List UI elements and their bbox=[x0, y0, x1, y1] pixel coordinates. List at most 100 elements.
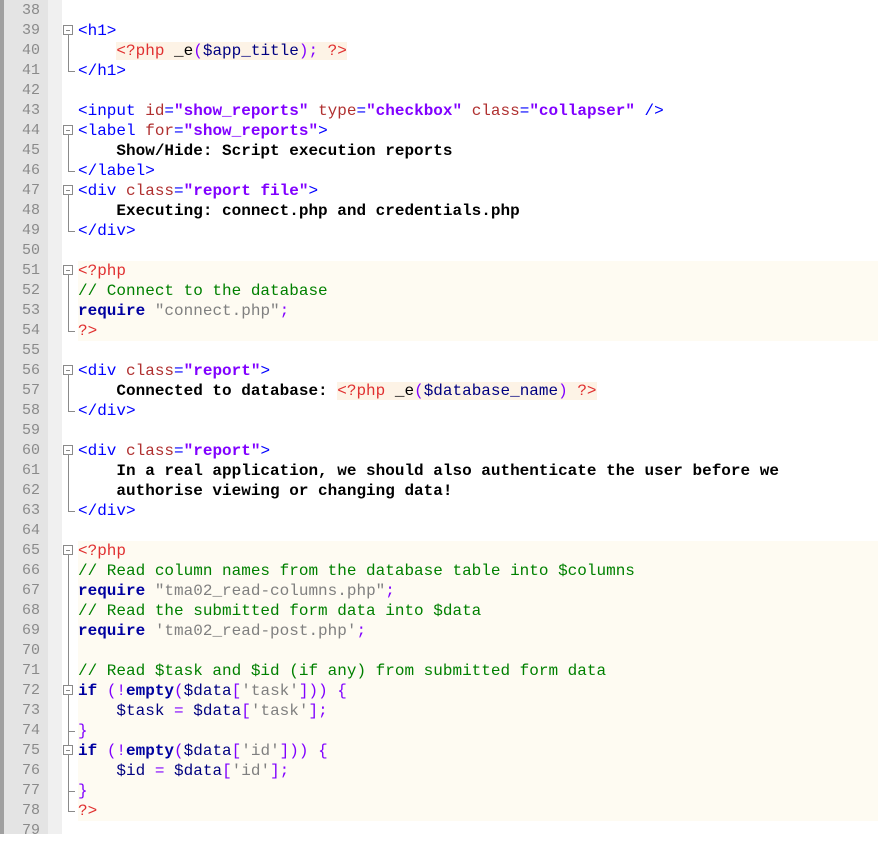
code-line[interactable]: 71 // Read $task and $id (if any) from su… bbox=[0, 661, 878, 681]
code-line[interactable]: 39 <h1> bbox=[0, 21, 878, 41]
code-line[interactable]: 63 </div> bbox=[0, 501, 878, 521]
code-line[interactable]: 70 bbox=[0, 641, 878, 661]
code-line[interactable]: 41 </h1> bbox=[0, 61, 878, 81]
code-text[interactable] bbox=[78, 241, 878, 261]
code-line[interactable]: 55 bbox=[0, 341, 878, 361]
fold-marker bbox=[62, 1, 76, 21]
collapse-minus-icon[interactable] bbox=[63, 265, 73, 275]
code-line[interactable]: 57 Connected to database: <?php _e($data… bbox=[0, 381, 878, 401]
collapse-minus-icon[interactable] bbox=[63, 185, 73, 195]
code-text[interactable] bbox=[78, 821, 878, 841]
code-text[interactable] bbox=[78, 521, 878, 541]
code-text[interactable]: </label> bbox=[78, 161, 878, 181]
code-line[interactable]: 51 <?php bbox=[0, 261, 878, 281]
code-line[interactable]: 45 Show/Hide: Script execution reports bbox=[0, 141, 878, 161]
code-line[interactable]: 50 bbox=[0, 241, 878, 261]
code-text[interactable]: </div> bbox=[78, 501, 878, 521]
code-text[interactable]: <input id="show_reports" type="checkbox"… bbox=[78, 101, 878, 121]
code-line[interactable]: 48 Executing: connect.php and credential… bbox=[0, 201, 878, 221]
code-text[interactable] bbox=[78, 81, 878, 101]
code-line[interactable]: 73 $task = $data['task']; bbox=[0, 701, 878, 721]
code-text[interactable]: </div> bbox=[78, 221, 878, 241]
code-text[interactable]: // Read $task and $id (if any) from subm… bbox=[78, 661, 878, 681]
code-line[interactable]: 52 // Connect to the database bbox=[0, 281, 878, 301]
code-text[interactable]: // Read column names from the database t… bbox=[78, 561, 878, 581]
code-line[interactable]: 61 In a real application, we should also… bbox=[0, 461, 878, 481]
code-line[interactable]: 46 </label> bbox=[0, 161, 878, 181]
code-text[interactable]: <?php _e($app_title); ?> bbox=[78, 41, 878, 61]
code-token: = bbox=[174, 442, 184, 460]
code-text[interactable]: <div class="report file"> bbox=[78, 181, 878, 201]
code-text[interactable]: <div class="report"> bbox=[78, 441, 878, 461]
code-line[interactable]: 78 ?> bbox=[0, 801, 878, 821]
code-line[interactable]: 69 require 'tma02_read-post.php'; bbox=[0, 621, 878, 641]
code-text[interactable]: Connected to database: <?php _e($databas… bbox=[78, 381, 878, 401]
collapse-minus-icon[interactable] bbox=[63, 365, 73, 375]
code-text[interactable]: // Read the submitted form data into $da… bbox=[78, 601, 878, 621]
code-line[interactable]: 68 // Read the submitted form data into $… bbox=[0, 601, 878, 621]
code-line[interactable]: 42 bbox=[0, 81, 878, 101]
code-line[interactable]: 62 authorise viewing or changing data! bbox=[0, 481, 878, 501]
code-line[interactable]: 59 bbox=[0, 421, 878, 441]
code-text[interactable]: if (!empty($data['id'])) { bbox=[78, 741, 878, 761]
code-line[interactable]: 72 if (!empty($data['task'])) { bbox=[0, 681, 878, 701]
code-text[interactable]: Show/Hide: Script execution reports bbox=[78, 141, 878, 161]
collapse-minus-icon[interactable] bbox=[63, 745, 73, 755]
code-line[interactable]: 54 ?> bbox=[0, 321, 878, 341]
code-text[interactable]: require "connect.php"; bbox=[78, 301, 878, 321]
collapse-minus-icon[interactable] bbox=[63, 545, 73, 555]
code-line[interactable]: 53 require "connect.php"; bbox=[0, 301, 878, 321]
code-text[interactable]: if (!empty($data['task'])) { bbox=[78, 681, 878, 701]
code-text[interactable] bbox=[78, 421, 878, 441]
collapse-minus-icon[interactable] bbox=[63, 25, 73, 35]
code-text[interactable]: authorise viewing or changing data! bbox=[78, 481, 878, 501]
code-text[interactable]: <div class="report"> bbox=[78, 361, 878, 381]
code-line[interactable]: 40 <?php _e($app_title); ?> bbox=[0, 41, 878, 61]
code-text[interactable]: } bbox=[78, 721, 878, 741]
fold-marker bbox=[62, 81, 76, 101]
code-text[interactable]: ?> bbox=[78, 321, 878, 341]
code-line[interactable]: 49 </div> bbox=[0, 221, 878, 241]
code-text[interactable]: require "tma02_read-columns.php"; bbox=[78, 581, 878, 601]
code-text[interactable] bbox=[78, 1, 878, 21]
code-text[interactable] bbox=[78, 341, 878, 361]
code-line[interactable]: 67 require "tma02_read-columns.php"; bbox=[0, 581, 878, 601]
fold-marker bbox=[62, 301, 76, 321]
code-text[interactable]: Executing: connect.php and credentials.p… bbox=[78, 201, 878, 221]
code-line[interactable]: 77} bbox=[0, 781, 878, 801]
fold-marker bbox=[62, 321, 76, 341]
code-line[interactable]: 79 bbox=[0, 821, 878, 841]
collapse-minus-icon[interactable] bbox=[63, 125, 73, 135]
code-text[interactable]: <label for="show_reports"> bbox=[78, 121, 878, 141]
code-line[interactable]: 66 // Read column names from the database… bbox=[0, 561, 878, 581]
code-line[interactable]: 75 if (!empty($data['id'])) { bbox=[0, 741, 878, 761]
code-editor[interactable]: 38 39 <h1> 40 <?php _e($app_title); ?> 41 </h… bbox=[0, 1, 878, 841]
code-line[interactable]: 65 <?php bbox=[0, 541, 878, 561]
code-line[interactable]: 56 <div class="report"> bbox=[0, 361, 878, 381]
code-line[interactable]: 58 </div> bbox=[0, 401, 878, 421]
code-line[interactable]: 38 bbox=[0, 1, 878, 21]
code-line[interactable]: 64 bbox=[0, 521, 878, 541]
code-line[interactable]: 76 $id = $data['id']; bbox=[0, 761, 878, 781]
code-line[interactable]: 47 <div class="report file"> bbox=[0, 181, 878, 201]
collapse-minus-icon[interactable] bbox=[63, 445, 73, 455]
fold-marker bbox=[62, 61, 76, 81]
code-text[interactable]: </h1> bbox=[78, 61, 878, 81]
code-text[interactable]: require 'tma02_read-post.php'; bbox=[78, 621, 878, 641]
code-text[interactable]: In a real application, we should also au… bbox=[78, 461, 878, 481]
code-line[interactable]: 43 <input id="show_reports" type="checkbo… bbox=[0, 101, 878, 121]
code-text[interactable]: ?> bbox=[78, 801, 878, 821]
collapse-minus-icon[interactable] bbox=[63, 685, 73, 695]
code-text[interactable]: <?php bbox=[78, 261, 878, 281]
code-text[interactable]: </div> bbox=[78, 401, 878, 421]
code-line[interactable]: 74} bbox=[0, 721, 878, 741]
code-text[interactable]: <h1> bbox=[78, 21, 878, 41]
code-text[interactable]: } bbox=[78, 781, 878, 801]
code-text[interactable] bbox=[78, 641, 878, 661]
code-text[interactable]: $id = $data['id']; bbox=[78, 761, 878, 781]
code-text[interactable]: // Connect to the database bbox=[78, 281, 878, 301]
code-text[interactable]: $task = $data['task']; bbox=[78, 701, 878, 721]
code-text[interactable]: <?php bbox=[78, 541, 878, 561]
code-line[interactable]: 60 <div class="report"> bbox=[0, 441, 878, 461]
code-line[interactable]: 44 <label for="show_reports"> bbox=[0, 121, 878, 141]
